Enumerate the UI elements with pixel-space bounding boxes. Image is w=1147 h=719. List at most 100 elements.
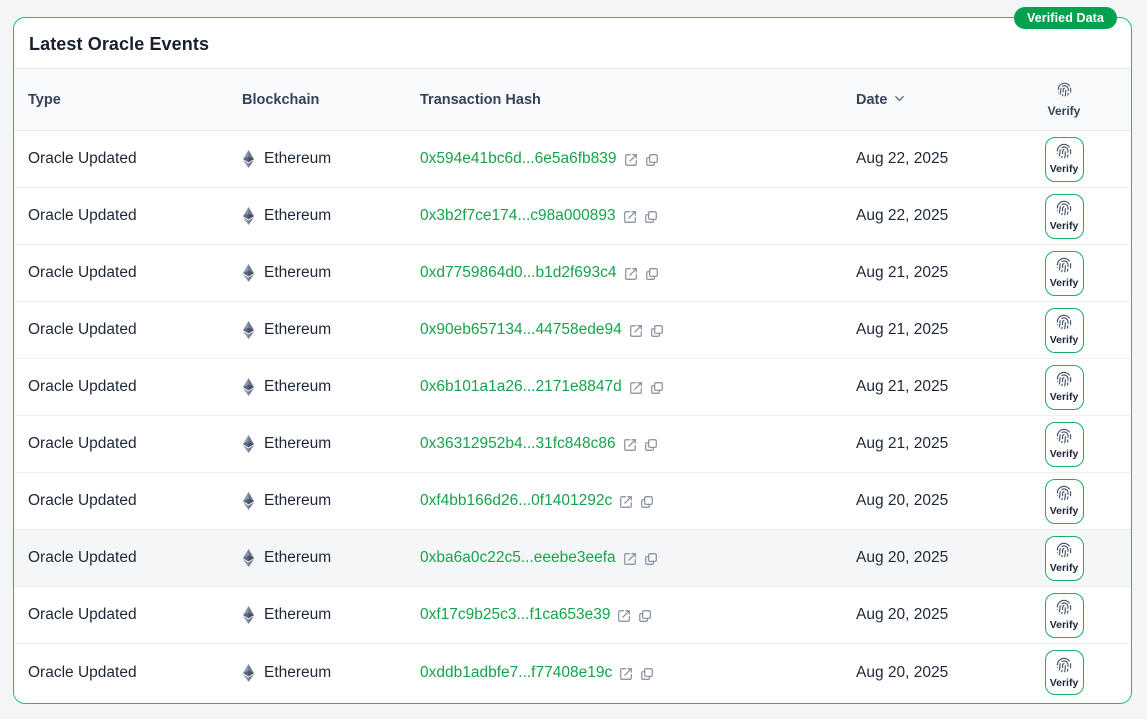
external-link-icon[interactable] [623, 550, 637, 566]
copy-icon[interactable] [645, 151, 659, 167]
card-header: Latest Oracle Events [14, 18, 1131, 69]
verify-cell: Verify [997, 650, 1131, 695]
verify-cell: Verify [997, 251, 1131, 296]
date-cell: Aug 21, 2025 [856, 378, 997, 396]
fingerprint-icon [1056, 428, 1072, 447]
blockchain-label: Ethereum [264, 664, 331, 682]
transaction-hash-link[interactable]: 0x36312952b4...31fc848c86 [420, 435, 616, 453]
external-link-icon[interactable] [629, 379, 643, 395]
verify-button[interactable]: Verify [1045, 251, 1084, 296]
fingerprint-icon [1056, 143, 1072, 162]
fingerprint-icon [1056, 657, 1072, 676]
transaction-hash-link[interactable]: 0xf4bb166d26...0f1401292c [420, 492, 612, 510]
ethereum-icon [242, 435, 255, 453]
transaction-hash-cell: 0xf4bb166d26...0f1401292c [420, 492, 856, 510]
verify-button[interactable]: Verify [1045, 593, 1084, 638]
transaction-hash-cell: 0x594e41bc6d...6e5a6fb839 [420, 150, 856, 168]
ethereum-icon [242, 664, 255, 682]
verify-button-label: Verify [1050, 278, 1079, 289]
fingerprint-icon [1056, 485, 1072, 504]
oracle-events-card: Latest Oracle Events Type Blockchain Tra… [13, 17, 1132, 704]
fingerprint-icon [1056, 599, 1072, 618]
copy-icon[interactable] [640, 665, 654, 681]
event-type-cell: Oracle Updated [28, 606, 242, 624]
verify-button[interactable]: Verify [1045, 308, 1084, 353]
external-link-icon[interactable] [619, 493, 633, 509]
transaction-hash-link[interactable]: 0xba6a0c22c5...eeebe3eefa [420, 549, 616, 567]
date-cell: Aug 21, 2025 [856, 321, 997, 339]
copy-icon[interactable] [640, 493, 654, 509]
copy-icon[interactable] [638, 607, 652, 623]
verify-button-label: Verify [1050, 221, 1079, 232]
verify-button[interactable]: Verify [1045, 137, 1084, 182]
verify-button[interactable]: Verify [1045, 479, 1084, 524]
transaction-hash-link[interactable]: 0x90eb657134...44758ede94 [420, 321, 622, 339]
transaction-hash-cell: 0x90eb657134...44758ede94 [420, 321, 856, 339]
blockchain-label: Ethereum [264, 549, 331, 567]
page-title: Latest Oracle Events [29, 34, 209, 55]
column-header-verify-label: Verify [1048, 104, 1081, 118]
date-cell: Aug 20, 2025 [856, 664, 997, 682]
event-type-cell: Oracle Updated [28, 321, 242, 339]
transaction-hash-cell: 0xddb1adbfe7...f77408e19c [420, 664, 856, 682]
column-header-transaction-hash: Transaction Hash [420, 92, 856, 108]
date-cell: Aug 22, 2025 [856, 150, 997, 168]
event-type-cell: Oracle Updated [28, 378, 242, 396]
copy-icon[interactable] [650, 322, 664, 338]
external-link-icon[interactable] [617, 607, 631, 623]
copy-icon[interactable] [644, 208, 658, 224]
ethereum-icon [242, 150, 255, 168]
date-cell: Aug 22, 2025 [856, 207, 997, 225]
transaction-hash-link[interactable]: 0x3b2f7ce174...c98a000893 [420, 207, 616, 225]
verify-button[interactable]: Verify [1045, 194, 1084, 239]
external-link-icon[interactable] [624, 265, 638, 281]
transaction-hash-link[interactable]: 0xf17c9b25c3...f1ca653e39 [420, 606, 610, 624]
copy-icon[interactable] [650, 379, 664, 395]
fingerprint-icon [1056, 542, 1072, 561]
copy-icon[interactable] [644, 436, 658, 452]
verify-button[interactable]: Verify [1045, 365, 1084, 410]
transaction-hash-link[interactable]: 0x594e41bc6d...6e5a6fb839 [420, 150, 617, 168]
verify-button-label: Verify [1050, 678, 1079, 689]
verify-cell: Verify [997, 365, 1131, 410]
column-header-blockchain: Blockchain [242, 92, 420, 108]
verify-cell: Verify [997, 536, 1131, 581]
table-row: Oracle Updated Ethereum 0x36312952b4...3… [14, 416, 1131, 473]
transaction-hash-link[interactable]: 0xd7759864d0...b1d2f693c4 [420, 264, 617, 282]
transaction-hash-cell: 0x3b2f7ce174...c98a000893 [420, 207, 856, 225]
column-header-verify: Verify [997, 82, 1131, 118]
verify-button[interactable]: Verify [1045, 422, 1084, 467]
external-link-icon[interactable] [629, 322, 643, 338]
verify-button-label: Verify [1050, 620, 1079, 631]
copy-icon[interactable] [645, 265, 659, 281]
transaction-hash-link[interactable]: 0x6b101a1a26...2171e8847d [420, 378, 622, 396]
external-link-icon[interactable] [623, 208, 637, 224]
ethereum-icon [242, 264, 255, 282]
blockchain-label: Ethereum [264, 378, 331, 396]
table-row: Oracle Updated Ethereum 0xf17c9b25c3...f… [14, 587, 1131, 644]
verify-button[interactable]: Verify [1045, 650, 1084, 695]
blockchain-cell: Ethereum [242, 207, 420, 225]
table-row: Oracle Updated Ethereum 0xddb1adbfe7...f… [14, 644, 1131, 701]
column-header-date[interactable]: Date [856, 89, 997, 110]
external-link-icon[interactable] [623, 436, 637, 452]
copy-icon[interactable] [644, 550, 658, 566]
event-type-cell: Oracle Updated [28, 664, 242, 682]
verify-button-label: Verify [1050, 164, 1079, 175]
transaction-hash-link[interactable]: 0xddb1adbfe7...f77408e19c [420, 664, 612, 682]
ethereum-icon [242, 321, 255, 339]
verify-button[interactable]: Verify [1045, 536, 1084, 581]
table-row: Oracle Updated Ethereum 0x594e41bc6d...6… [14, 131, 1131, 188]
blockchain-label: Ethereum [264, 321, 331, 339]
event-type-cell: Oracle Updated [28, 207, 242, 225]
event-type-cell: Oracle Updated [28, 435, 242, 453]
blockchain-label: Ethereum [264, 264, 331, 282]
external-link-icon[interactable] [624, 151, 638, 167]
blockchain-label: Ethereum [264, 207, 331, 225]
blockchain-label: Ethereum [264, 435, 331, 453]
date-cell: Aug 21, 2025 [856, 435, 997, 453]
event-type-cell: Oracle Updated [28, 549, 242, 567]
verify-button-label: Verify [1050, 335, 1079, 346]
external-link-icon[interactable] [619, 665, 633, 681]
fingerprint-icon [1056, 371, 1072, 390]
